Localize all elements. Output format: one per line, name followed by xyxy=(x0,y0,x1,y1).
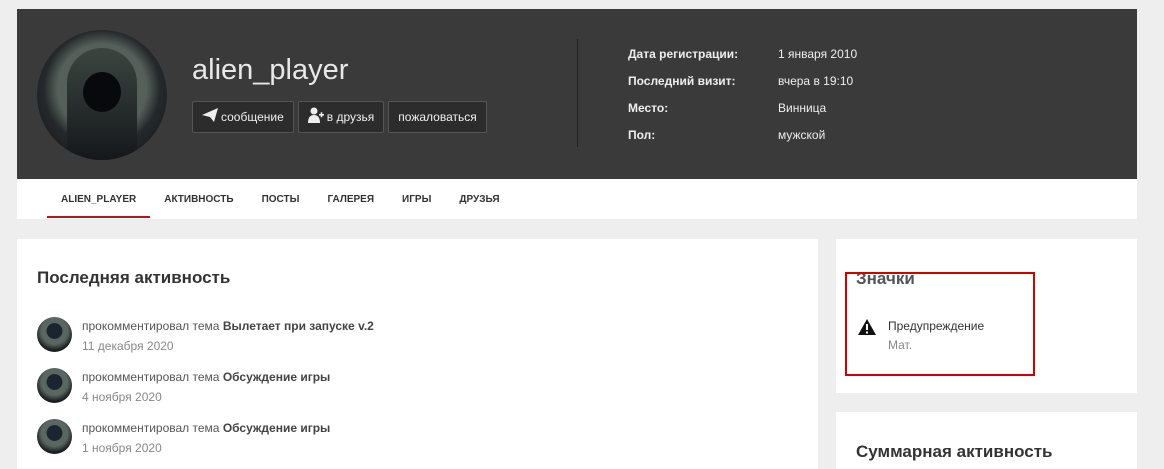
profile-info: Дата регистрации: 1 января 2010 Последни… xyxy=(628,40,857,148)
add-friend-button-label: в друзья xyxy=(326,110,375,124)
add-user-icon xyxy=(307,107,324,127)
list-item: прокомментировал тема Вылетает при запус… xyxy=(37,317,374,368)
activity-action: прокомментировал тема xyxy=(82,370,220,384)
activity-action: прокомментировал тема xyxy=(82,319,220,333)
list-item: прокомментировал тема Обсуждение игры 4 … xyxy=(37,368,374,419)
info-key: Место: xyxy=(628,100,669,115)
info-value: вчера в 19:10 xyxy=(778,73,854,88)
tab-gallery[interactable]: ГАЛЕРЕЯ xyxy=(313,179,388,219)
username: alien_player xyxy=(192,54,349,86)
info-value: 1 января 2010 xyxy=(778,46,858,61)
info-row-last-visit: Последний визит: вчера в 19:10 xyxy=(628,67,857,94)
avatar xyxy=(37,30,167,160)
avatar[interactable] xyxy=(37,317,72,352)
summary-activity-card: Суммарная активность xyxy=(836,412,1137,469)
profile-tabs: ALIEN_PLAYER АКТИВНОСТЬ ПОСТЫ ГАЛЕРЕЯ ИГ… xyxy=(17,179,1137,219)
activity-action: прокомментировал тема xyxy=(82,421,220,435)
activity-topic-link[interactable]: Обсуждение игры xyxy=(223,421,330,435)
profile-header: alien_player сообщение в друзья пожалова… xyxy=(17,9,1137,179)
recent-activity-title: Последняя активность xyxy=(37,268,231,287)
info-row-registration: Дата регистрации: 1 января 2010 xyxy=(628,40,857,67)
info-key: Пол: xyxy=(628,127,656,142)
tab-posts[interactable]: ПОСТЫ xyxy=(248,179,314,219)
highlight-box xyxy=(845,272,1035,376)
add-friend-button[interactable]: в друзья xyxy=(297,101,385,133)
activity-date: 4 ноября 2020 xyxy=(82,390,162,404)
info-key: Дата регистрации: xyxy=(628,46,739,61)
paper-plane-icon xyxy=(202,108,218,126)
avatar[interactable] xyxy=(37,419,72,454)
tab-friends[interactable]: ДРУЗЬЯ xyxy=(445,179,513,219)
info-value: мужской xyxy=(778,127,826,142)
header-divider xyxy=(577,39,578,147)
recent-activity-card: Последняя активность прокомментировал те… xyxy=(17,239,818,469)
tab-activity[interactable]: АКТИВНОСТЬ xyxy=(150,179,247,219)
message-button[interactable]: сообщение xyxy=(192,101,294,133)
report-button-label: пожаловаться xyxy=(398,110,477,124)
profile-actions: сообщение в друзья пожаловаться xyxy=(192,101,487,133)
info-row-location: Место: Винница xyxy=(628,94,857,121)
activity-list: прокомментировал тема Вылетает при запус… xyxy=(37,317,374,469)
activity-date: 11 декабря 2020 xyxy=(82,339,174,353)
avatar[interactable] xyxy=(37,368,72,403)
info-row-gender: Пол: мужской xyxy=(628,121,857,148)
list-item: прокомментировал тема Обсуждение игры 1 … xyxy=(37,419,374,469)
activity-topic-link[interactable]: Вылетает при запуске v.2 xyxy=(223,319,374,333)
tab-profile[interactable]: ALIEN_PLAYER xyxy=(47,179,151,219)
activity-date: 1 ноября 2020 xyxy=(82,441,162,455)
message-button-label: сообщение xyxy=(221,110,284,124)
info-key: Последний визит: xyxy=(628,73,736,88)
report-button[interactable]: пожаловаться xyxy=(388,101,487,133)
info-value: Винница xyxy=(778,100,827,115)
summary-activity-title: Суммарная активность xyxy=(856,442,1053,461)
tab-games[interactable]: ИГРЫ xyxy=(388,179,445,219)
activity-topic-link[interactable]: Обсуждение игры xyxy=(223,370,330,384)
